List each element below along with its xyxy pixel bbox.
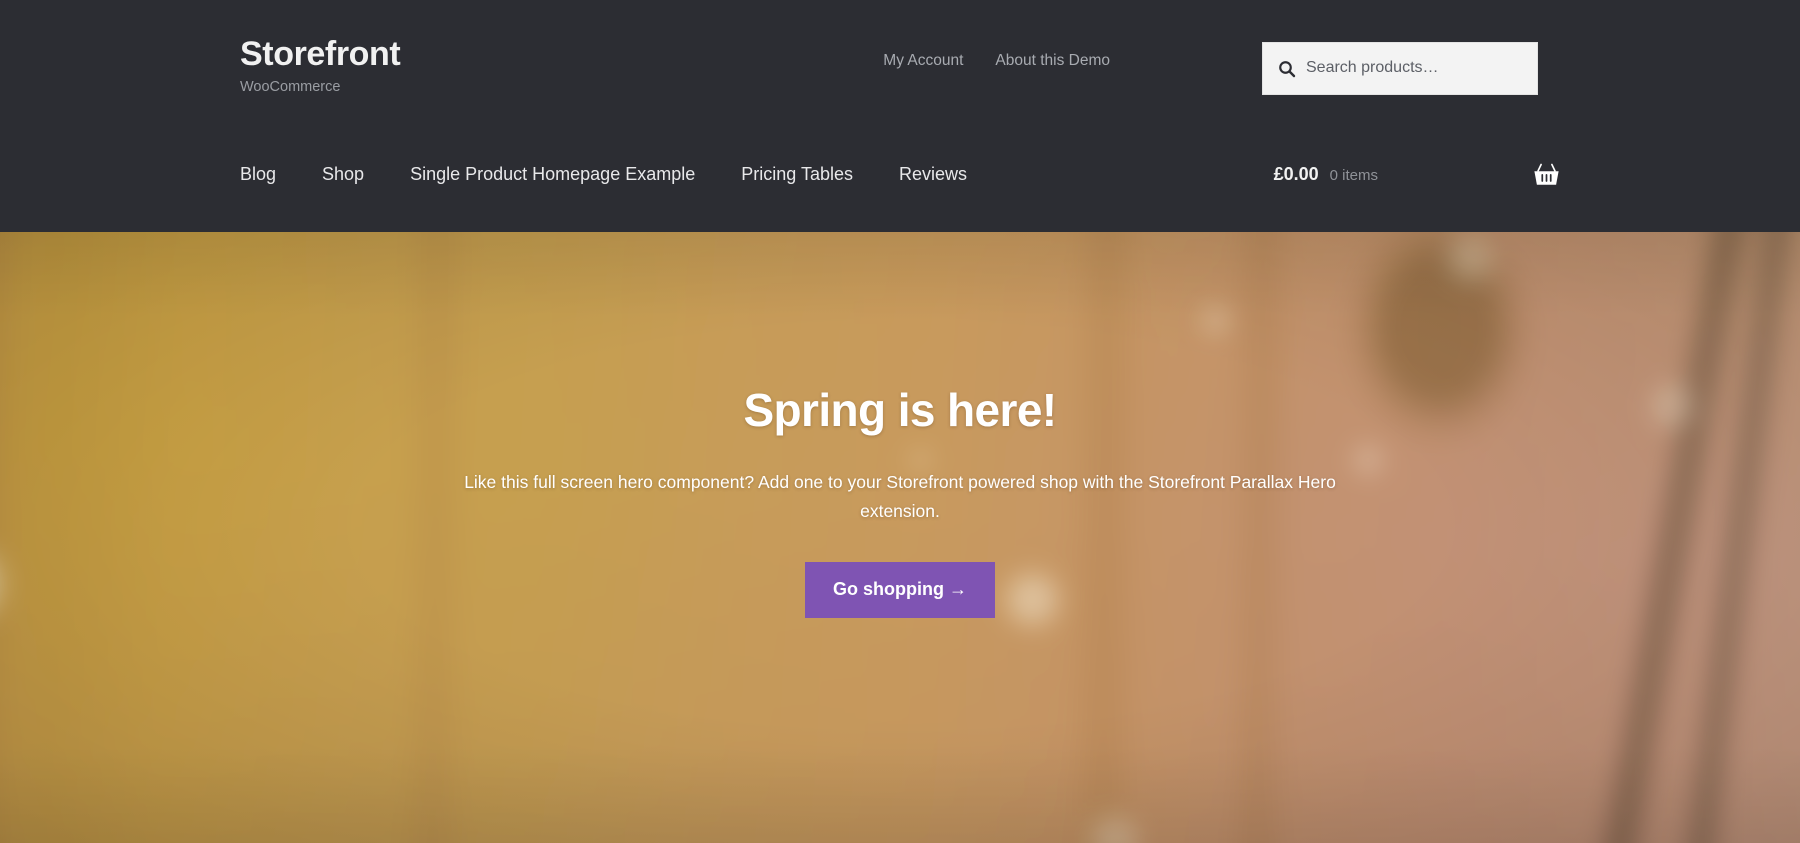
nav-item-reviews[interactable]: Reviews	[899, 163, 967, 186]
nav-item-my-account[interactable]: My Account	[883, 51, 963, 71]
search-icon	[1279, 60, 1296, 77]
nav-item-single-product-homepage-example[interactable]: Single Product Homepage Example	[410, 163, 695, 186]
storefront-homepage: Storefront WooCommerce My Account About …	[0, 0, 1800, 843]
go-shopping-button[interactable]: Go shopping →	[805, 562, 995, 619]
main-navigation-row: Blog Shop Single Product Homepage Exampl…	[240, 152, 1560, 214]
primary-navigation: Blog Shop Single Product Homepage Exampl…	[240, 152, 967, 198]
product-search-form[interactable]	[1262, 42, 1538, 95]
site-title[interactable]: Storefront	[240, 35, 401, 74]
cart-basket-button[interactable]	[1378, 163, 1560, 187]
site-tagline: WooCommerce	[240, 79, 341, 96]
nav-item-blog[interactable]: Blog	[240, 163, 276, 186]
parallax-hero: Spring is here! Like this full screen he…	[0, 232, 1800, 843]
hero-description: Like this full screen hero component? Ad…	[464, 472, 1336, 521]
hero-button-wrapper: Go shopping →	[340, 562, 1460, 619]
search-input[interactable]	[1306, 58, 1523, 79]
shopping-basket-icon	[1534, 163, 1559, 185]
hero-title: Spring is here!	[743, 384, 1057, 436]
site-branding: Storefront WooCommerce	[240, 35, 401, 96]
cart-area: £0.00 0 items	[1274, 152, 1560, 198]
nav-item-about-this-demo[interactable]: About this Demo	[995, 51, 1110, 71]
nav-item-pricing-tables[interactable]: Pricing Tables	[741, 163, 853, 186]
header-inner: Storefront WooCommerce My Account About …	[240, 0, 1560, 232]
hero-content: Spring is here! Like this full screen he…	[340, 232, 1460, 619]
site-header: Storefront WooCommerce My Account About …	[0, 0, 1800, 232]
cart-total-amount: £0.00	[1273, 164, 1319, 185]
secondary-navigation: My Account About this Demo	[883, 51, 1110, 71]
cart-link[interactable]: £0.00 0 items	[1274, 163, 1378, 186]
nav-item-shop[interactable]: Shop	[322, 163, 364, 186]
cart-item-count: 0 items	[1329, 167, 1378, 185]
